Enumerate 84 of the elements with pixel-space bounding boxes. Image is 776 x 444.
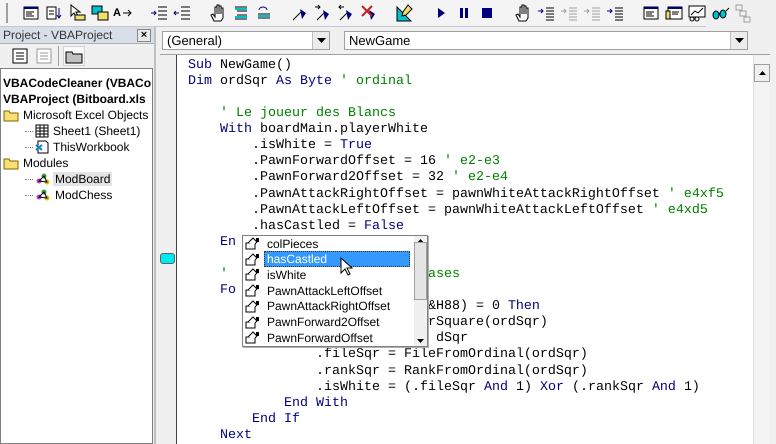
keyword: En (220, 234, 236, 250)
code-comment: ' e2-e4 (452, 170, 508, 186)
keyword: And (652, 380, 676, 395)
scrollbar[interactable] (414, 236, 427, 346)
keyword: True (340, 138, 372, 154)
keyword: Then (508, 299, 540, 314)
scrollbar[interactable] (753, 54, 770, 444)
code-text: rSquare(ordSqr) (428, 315, 548, 330)
code-comment: ' Le joueur des Blancs (220, 106, 396, 122)
completion-item[interactable]: PawnForwardOffset (264, 330, 376, 346)
property-icon (245, 300, 261, 313)
code-text: .PawnAttackLeftOffset = pawnWhiteAttackLeftOffset (252, 202, 645, 218)
code-text: ordSqr (220, 74, 269, 89)
code-comment: ' e4xd5 (652, 202, 708, 218)
keyword: With (220, 122, 252, 138)
code-text: boardMain.playerWhite (260, 122, 428, 138)
tree-item[interactable]: Sheet1 (Sheet1) (51, 124, 142, 138)
code-text: NewGame() (220, 58, 292, 73)
keyword: End With (284, 396, 348, 411)
property-icon (245, 331, 261, 344)
keyword: Dim (188, 74, 212, 89)
tree-item[interactable]: VBACodeCleaner (VBACo (1, 76, 152, 90)
code-editor[interactable] (160, 54, 770, 444)
code-text: .hasCastled = (252, 218, 357, 234)
tree-item[interactable]: VBAProject (Bitboard.xls (1, 92, 148, 106)
property-icon (245, 237, 261, 250)
code-text: 1) (684, 380, 700, 395)
mouse-pointer-icon (340, 256, 353, 277)
code-text: .isWhite = (.fileSqr (316, 380, 477, 395)
property-icon (245, 252, 261, 266)
code-text: .PawnAttackRightOffset = pawnWhiteAttackRightOffset (252, 186, 661, 202)
pane-title: Project - VBAProject (3, 28, 112, 42)
tree-item[interactable]: ThisWorkbook (51, 140, 132, 154)
code-text: .fileSqr = FileFromOrdinal(ordSqr) (316, 347, 588, 362)
code-comment: ' ordinal (340, 74, 412, 89)
view-code-icon[interactable] (10, 46, 30, 66)
procedure-dropdown[interactable]: NewGame (344, 30, 748, 50)
code-comment: ' e2-e3 (444, 154, 500, 170)
keyword: Byte (300, 74, 332, 89)
tree-item[interactable]: ModChess (53, 188, 114, 202)
keyword: And (484, 380, 508, 395)
keyword: False (364, 218, 404, 234)
completion-item[interactable]: PawnAttackRightOffset (264, 298, 394, 314)
tree-item[interactable]: ModBoard (53, 172, 112, 186)
completion-item[interactable]: colPieces (264, 236, 322, 252)
close-button[interactable]: × (137, 28, 151, 42)
completion-item[interactable]: PawnAttackLeftOffset (264, 282, 386, 299)
tree-item[interactable]: Microsoft Excel Objects (21, 108, 150, 122)
code-text: &H88) = 0 (428, 299, 501, 314)
scroll-up-icon[interactable] (754, 64, 770, 82)
code-comment: ' (220, 266, 228, 282)
code-text: .isWhite = (252, 138, 333, 154)
keyword: End If (252, 412, 300, 427)
completion-item[interactable]: PawnForward2Offset (264, 314, 382, 330)
folder-toggle-icon[interactable] (63, 46, 85, 66)
scroll-thumb[interactable] (414, 242, 427, 300)
property-icon (245, 268, 261, 282)
folder-icon (3, 108, 19, 122)
completion-item[interactable]: isWhite (264, 266, 310, 283)
sheet-icon (35, 124, 49, 138)
property-icon (245, 284, 261, 298)
code-text: 1) (516, 380, 533, 395)
code-text: dSqr (436, 331, 468, 346)
code-comment: ases (428, 266, 460, 282)
code-text: .PawnForward2Offset = 32 (252, 170, 445, 186)
keyword: Sub (188, 58, 212, 73)
code-text: (.rankSqr (572, 380, 645, 395)
scroll-down-icon[interactable] (417, 338, 424, 343)
font-size-button[interactable]: A (113, 2, 133, 24)
keyword: As (276, 74, 292, 89)
ruler-icon[interactable] (395, 2, 415, 24)
property-icon (245, 316, 261, 329)
keyword: Next (220, 428, 252, 443)
object-dropdown[interactable]: (General) (162, 30, 330, 50)
keyword: Xor (540, 380, 564, 395)
code-comment: ' e4xf5 (668, 186, 724, 202)
keyword: Fo (220, 283, 236, 298)
workbook-icon (35, 140, 49, 154)
module-icon (35, 188, 51, 202)
module-icon (35, 172, 51, 186)
code-text: .rankSqr = RankFromOrdinal(ordSqr) (316, 364, 588, 379)
folder-icon (3, 156, 19, 170)
code-text: .PawnForwardOffset = 16 (252, 154, 437, 170)
tree-item[interactable]: Modules (21, 156, 70, 170)
